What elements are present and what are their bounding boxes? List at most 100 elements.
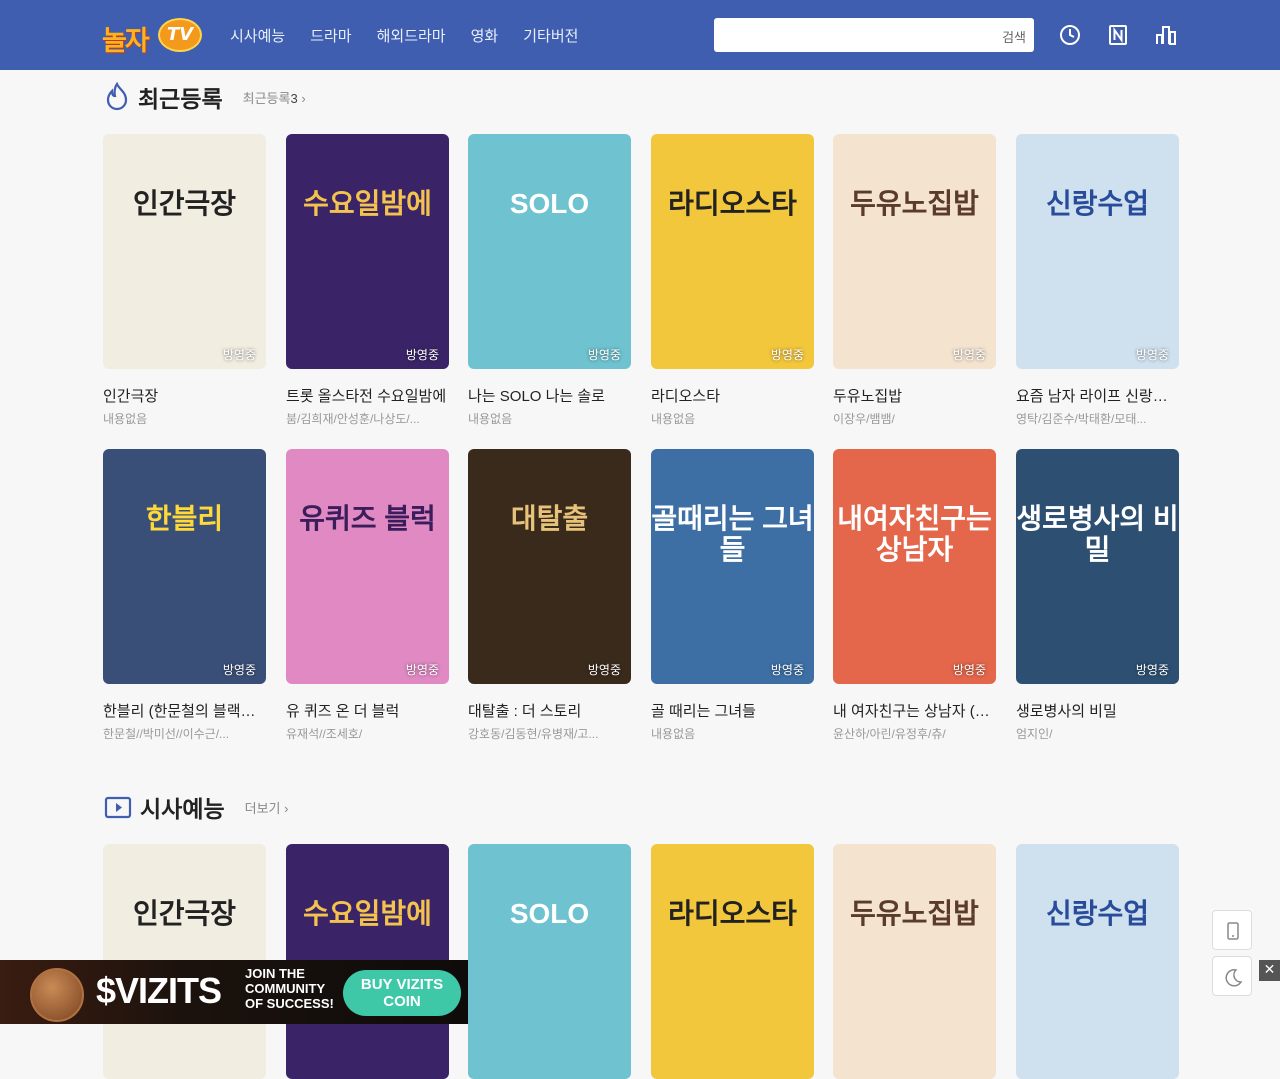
search-button[interactable]: 검색 <box>1002 27 1026 46</box>
poster-image: 한블리 방영중 <box>103 449 266 684</box>
poster-title-art: SOLO <box>509 898 590 929</box>
status-badge: 방영중 <box>405 663 439 677</box>
search-box: 검색 <box>714 18 1034 52</box>
card-cast: 유재석//조세호/ <box>286 727 363 741</box>
ad-brand: $VIZITS <box>96 970 222 1011</box>
poster-card[interactable]: 라디오스타 <box>651 844 814 1079</box>
poster-card[interactable]: SOLO <box>468 844 631 1079</box>
card-cast: 엄지인/ <box>1016 727 1053 741</box>
card-cast: 내용없음 <box>651 727 696 741</box>
poster-image: 신랑수업 <box>1016 844 1179 1079</box>
ad-join-text: JOIN THE COMMUNITY OF SUCCESS! <box>245 966 334 1011</box>
flame-icon <box>106 82 128 111</box>
ad-close-button[interactable]: ✕ <box>1259 960 1280 981</box>
poster-card[interactable]: 두유노집밥 <box>833 844 996 1079</box>
status-badge: 방영중 <box>1135 663 1169 677</box>
poster-title-art: 골때리는 그녀들 <box>651 503 814 565</box>
poster-title-art: 두유노집밥 <box>850 188 979 219</box>
card-title: 두유노집밥 <box>833 388 903 405</box>
poster-card[interactable]: 유퀴즈 블럭방영중유 퀴즈 온 더 블럭유재석//조세호/ <box>286 449 449 742</box>
moon-icon <box>1225 969 1243 987</box>
poster-image: SOLO <box>468 844 631 1079</box>
poster-title-art: 생로병사의 비밀 <box>1016 503 1179 565</box>
poster-image: 생로병사의 비밀방영중 <box>1016 449 1179 684</box>
section-heading: 시사예능 <box>140 796 225 822</box>
poster-card[interactable]: 두유노집밥 방영중 두유노집밥 이장우/뱀뱀/ <box>833 134 996 427</box>
mobile-view-button[interactable] <box>1212 910 1252 950</box>
card-title: 생로병사의 비밀 <box>1016 703 1117 720</box>
poster-title-art: 신랑수업 <box>1045 188 1150 219</box>
poster-card[interactable]: 인간극장 방영중 인간극장 내용없음 <box>103 134 266 427</box>
poster-title-art: 내여자친구는 상남자 <box>837 503 992 565</box>
poster-card[interactable]: 신랑수업방영중요즘 남자 라이프 신랑수업영탁/김준수/박태환/모태... <box>1016 134 1179 427</box>
status-badge: 방영중 <box>1135 348 1169 362</box>
card-title: 나는 SOLO 나는 솔로 <box>468 388 605 405</box>
logo-text: 놀자 <box>102 26 150 57</box>
nav-item-etc[interactable]: 기타버전 <box>523 25 578 46</box>
poster-image: 라디오스타 <box>651 844 814 1079</box>
poster-card[interactable]: 수요일밤에 방영중 트롯 올스타전 수요일밤에 붐/김희재/안성훈/나상도/... <box>286 134 449 427</box>
poster-image: SOLO 방영중 <box>468 134 631 369</box>
poster-title-art: 라디오스타 <box>668 188 797 219</box>
status-badge: 방영중 <box>222 348 256 362</box>
status-badge: 방영중 <box>952 348 986 362</box>
poster-card[interactable]: 라디오스타 방영중 라디오스타 내용없음 <box>651 134 814 427</box>
card-title: 한블리 (한문철의 블랙박스 리뷰) <box>103 703 266 720</box>
ranking-icon[interactable] <box>1155 24 1177 46</box>
card-title: 대탈출 : 더 스토리 <box>468 703 582 720</box>
poster-image: 라디오스타방영중 <box>651 134 814 369</box>
poster-card[interactable]: 골때리는 그녀들 방영중 골 때리는 그녀들 내용없음 <box>651 449 814 742</box>
nav-item-sisa[interactable]: 시사예능 <box>230 25 285 46</box>
card-cast: 이장우/뱀뱀/ <box>833 412 895 426</box>
poster-image: 두유노집밥 <box>833 844 996 1079</box>
poster-title-art: 라디오스타 <box>668 898 797 929</box>
site-logo[interactable]: 놀자 TV <box>102 16 202 57</box>
status-badge: 방영중 <box>770 348 804 362</box>
card-cast: 한문철//박미선//이수근/... <box>103 727 230 741</box>
poster-title-art: 신랑수업 <box>1045 898 1150 929</box>
card-cast: 윤산하/아린/유정후/츄/ <box>833 727 946 741</box>
poster-card[interactable]: 생로병사의 비밀 방영중 생로병사의 비밀 엄지인/ <box>1016 449 1179 742</box>
poster-card[interactable]: 한블리방영중한블리 (한문철의 블랙박스 리뷰) 한문철//박미선//이수근/..… <box>103 449 266 742</box>
poster-card[interactable]: 내여자친구는 상남자 방영중내 여자친구는 상남자 (원작) 윤산하/아린/유정후/… <box>833 449 996 742</box>
ad-buy-button[interactable]: BUY VIZITS COIN <box>343 970 461 1016</box>
card-title: 트롯 올스타전 수요일밤에 <box>286 388 447 405</box>
ad-banner[interactable]: $VIZITS JOIN THE COMMUNITY OF SUCCESS! B… <box>0 960 468 1024</box>
nav-item-movie[interactable]: 영화 <box>471 25 499 46</box>
poster-card[interactable]: 대탈출방영중대탈출 : 더 스토리강호동/김동현/유병재/고... <box>468 449 631 742</box>
poster-card[interactable]: 신랑수업 <box>1016 844 1179 1079</box>
poster-title-art: 인간극장 <box>132 898 237 929</box>
card-title: 유 퀴즈 온 더 블럭 <box>286 703 400 720</box>
more-link-sisa[interactable]: 더보기 › <box>245 798 289 817</box>
status-badge: 방영중 <box>222 663 256 677</box>
n-bookmark-icon[interactable] <box>1107 24 1129 46</box>
card-title: 요즘 남자 라이프 신랑수업 <box>1016 388 1179 405</box>
card-title: 골 때리는 그녀들 <box>651 703 756 720</box>
poster-title-art: 유퀴즈 블럭 <box>299 503 436 534</box>
card-cast: 영탁/김준수/박태환/모태... <box>1016 412 1147 426</box>
dark-mode-button[interactable] <box>1212 956 1252 996</box>
main-nav: 시사예능 드라마 해외드라마 영화 기타버전 <box>230 25 578 46</box>
poster-title-art: 대탈출 <box>510 503 589 534</box>
search-input[interactable] <box>722 18 992 52</box>
card-title: 내 여자친구는 상남자 (원작) <box>833 703 996 720</box>
status-badge: 방영중 <box>587 663 621 677</box>
poster-title-art: 두유노집밥 <box>850 898 979 929</box>
status-badge: 방영중 <box>587 348 621 362</box>
poster-image: 인간극장방영중 <box>103 134 266 369</box>
poster-image: 내여자친구는 상남자 방영중 <box>833 449 996 684</box>
card-cast: 강호동/김동현/유병재/고... <box>468 727 599 741</box>
poster-image: 유퀴즈 블럭방영중 <box>286 449 449 684</box>
poster-title-art: 인간극장 <box>132 188 237 219</box>
logo-tv: TV <box>158 18 202 52</box>
nav-item-foreign-drama[interactable]: 해외드라마 <box>377 25 446 46</box>
nav-item-drama[interactable]: 드라마 <box>310 25 351 46</box>
section-title-recent: 최근등록 최근등록3 › <box>104 80 306 114</box>
card-cast: 내용없음 <box>468 412 513 426</box>
more-label: 최근등록 <box>242 90 291 106</box>
poster-title-art: 수요일밤에 <box>303 898 432 929</box>
more-link-recent[interactable]: 최근등록3 › <box>243 88 306 107</box>
poster-card[interactable]: SOLO 방영중나는 SOLO 나는 솔로내용없음 <box>468 134 631 427</box>
clock-icon[interactable] <box>1059 24 1081 46</box>
more-count: 3 <box>290 90 298 106</box>
